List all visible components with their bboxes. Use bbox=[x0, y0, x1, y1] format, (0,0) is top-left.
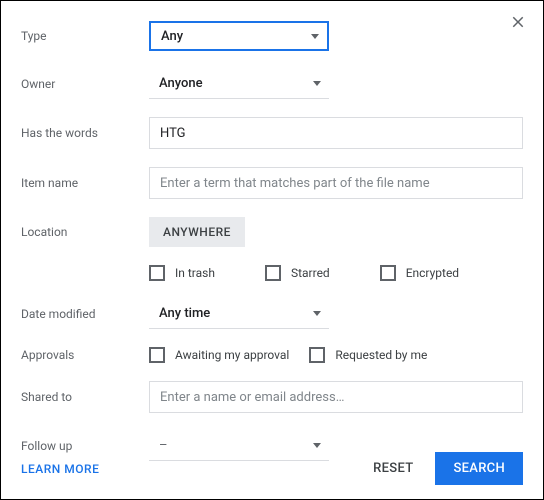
type-value: Any bbox=[161, 29, 183, 44]
type-label: Type bbox=[21, 29, 149, 43]
encrypted-checkbox[interactable]: Encrypted bbox=[380, 265, 459, 281]
starred-checkbox[interactable]: Starred bbox=[265, 265, 330, 281]
in-trash-label: In trash bbox=[175, 266, 215, 280]
requested-label: Requested by me bbox=[335, 348, 427, 362]
checkbox-icon bbox=[149, 347, 165, 363]
in-trash-checkbox[interactable]: In trash bbox=[149, 265, 215, 281]
checkbox-icon bbox=[309, 347, 325, 363]
reset-button[interactable]: RESET bbox=[359, 453, 427, 484]
search-button[interactable]: SEARCH bbox=[435, 452, 523, 485]
starred-label: Starred bbox=[291, 266, 330, 280]
owner-value: Anyone bbox=[159, 76, 203, 91]
date-modified-dropdown[interactable]: Any time bbox=[149, 299, 329, 329]
owner-label: Owner bbox=[21, 77, 149, 91]
has-words-input[interactable] bbox=[149, 117, 523, 149]
checkbox-icon bbox=[149, 265, 165, 281]
learn-more-link[interactable]: LEARN MORE bbox=[21, 462, 99, 476]
date-modified-label: Date modified bbox=[21, 307, 149, 321]
date-modified-value: Any time bbox=[159, 306, 210, 321]
shared-to-label: Shared to bbox=[21, 390, 149, 404]
checkbox-icon bbox=[265, 265, 281, 281]
has-words-label: Has the words bbox=[21, 126, 149, 140]
item-name-label: Item name bbox=[21, 176, 149, 190]
type-dropdown[interactable]: Any bbox=[149, 21, 329, 51]
checkbox-icon bbox=[380, 265, 396, 281]
encrypted-label: Encrypted bbox=[406, 266, 459, 280]
item-name-input[interactable] bbox=[149, 167, 523, 199]
chevron-down-icon bbox=[313, 81, 321, 86]
shared-to-input[interactable] bbox=[149, 381, 523, 413]
chevron-down-icon bbox=[311, 34, 319, 39]
location-label: Location bbox=[21, 225, 149, 239]
awaiting-label: Awaiting my approval bbox=[175, 348, 289, 362]
location-chip[interactable]: ANYWHERE bbox=[149, 217, 245, 247]
awaiting-approval-checkbox[interactable]: Awaiting my approval bbox=[149, 347, 289, 363]
requested-by-me-checkbox[interactable]: Requested by me bbox=[309, 347, 427, 363]
owner-dropdown[interactable]: Anyone bbox=[149, 69, 329, 99]
approvals-label: Approvals bbox=[21, 348, 149, 362]
chevron-down-icon bbox=[313, 311, 321, 316]
close-icon[interactable] bbox=[509, 13, 527, 35]
